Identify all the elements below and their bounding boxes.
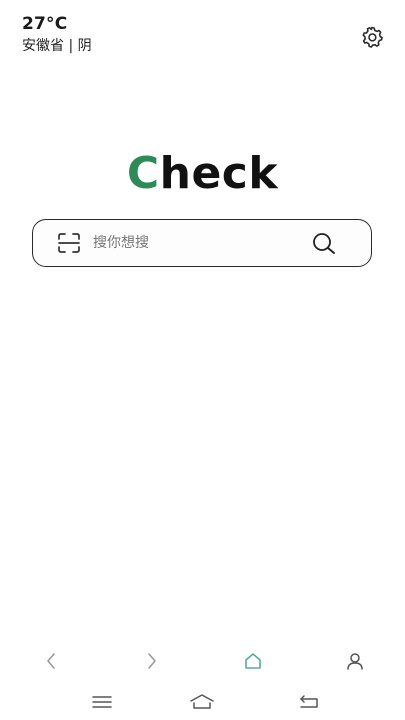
location-weather-label: 安徽省 | 阴 <box>22 38 92 54</box>
gear-icon <box>362 26 383 48</box>
profile-button[interactable] <box>344 650 366 672</box>
search-icon[interactable] <box>311 231 337 257</box>
system-back-icon <box>300 695 318 708</box>
chevron-right-icon <box>148 653 156 669</box>
browser-home-screen: 27°C 安徽省 | 阴 Check 搜你想搜 <box>0 0 405 720</box>
search-bar[interactable]: 搜你想搜 <box>32 219 372 267</box>
menu-icon <box>92 696 112 708</box>
settings-button[interactable] <box>359 24 385 50</box>
chevron-left-icon <box>47 653 55 669</box>
user-icon <box>347 653 363 670</box>
system-home-button[interactable] <box>189 690 215 714</box>
logo-text-rest: heck <box>159 148 279 199</box>
system-nav-bar <box>0 688 405 716</box>
temperature-label: 27°C <box>22 14 68 34</box>
logo-letter-c: C <box>126 148 160 199</box>
browser-bottom-nav <box>0 646 405 676</box>
weather-widget[interactable]: 27°C 安徽省 | 阴 <box>22 14 92 56</box>
system-menu-button[interactable] <box>89 690 115 714</box>
system-home-icon <box>190 694 214 709</box>
system-back-button[interactable] <box>296 690 322 714</box>
app-logo: Check <box>0 148 405 200</box>
home-button[interactable] <box>242 650 264 672</box>
search-input[interactable]: 搜你想搜 <box>93 233 149 253</box>
scan-icon[interactable] <box>57 232 81 254</box>
back-button[interactable] <box>40 650 62 672</box>
forward-button[interactable] <box>141 650 163 672</box>
home-icon <box>245 653 261 669</box>
